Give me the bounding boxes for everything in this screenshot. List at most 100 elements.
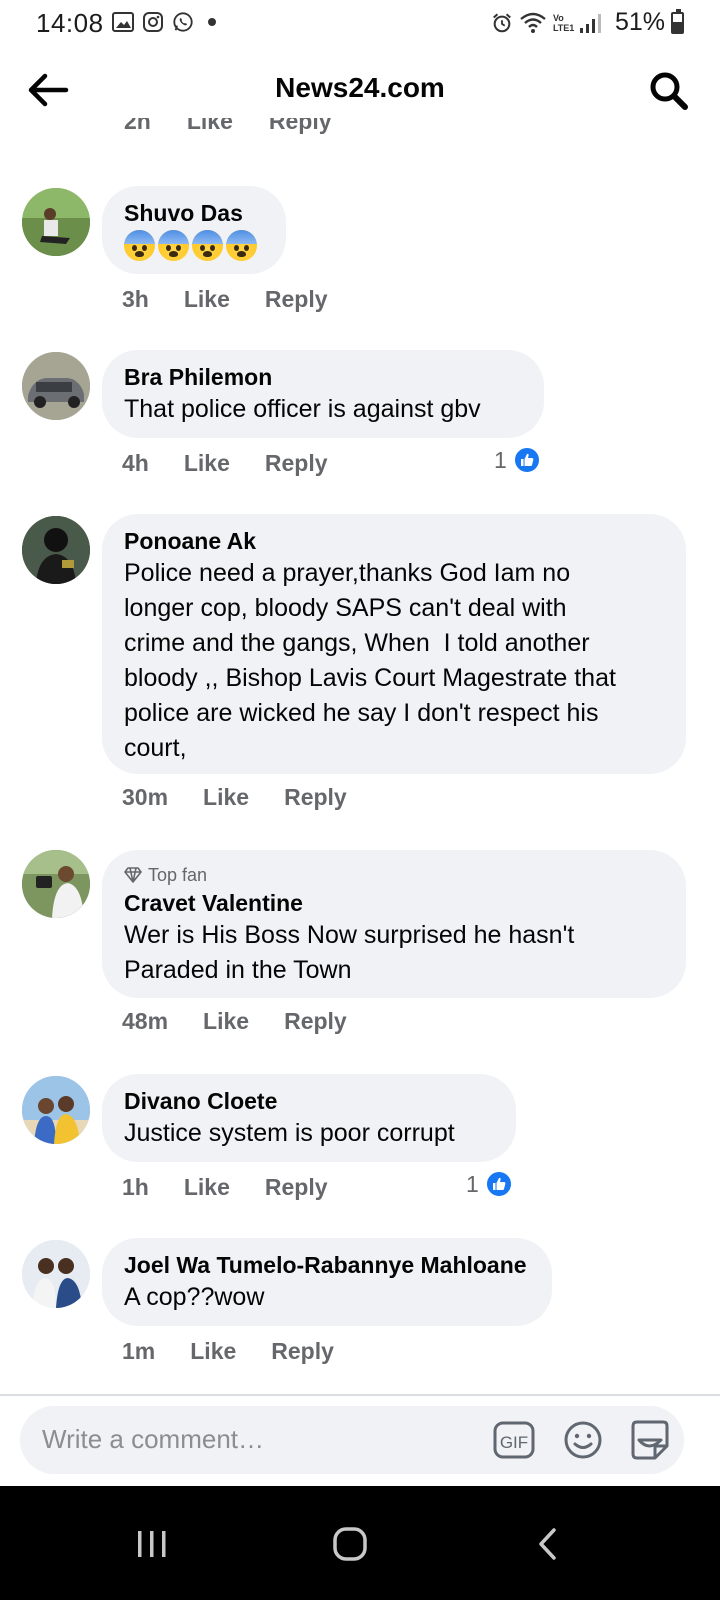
- top-fan-badge: Top fan: [124, 864, 666, 886]
- system-navigation-bar: [0, 1486, 720, 1600]
- comment-time: 48m: [122, 1008, 169, 1034]
- comment-author[interactable]: Joel Wa Tumelo-Rabannye Mahloane: [124, 1250, 532, 1280]
- comment-time: 4h: [122, 450, 149, 476]
- top-fan-label: Top fan: [148, 865, 208, 885]
- emoji-row: [124, 230, 266, 266]
- reply-link[interactable]: Reply: [265, 450, 328, 477]
- comment-composer: GIF: [20, 1406, 684, 1474]
- reply-link[interactable]: Reply: [265, 286, 328, 313]
- reaction-count: 1: [466, 1170, 479, 1197]
- comment-text-line: crime and the gangs, When I told another: [124, 629, 590, 657]
- whatsapp-notification-icon: [172, 11, 194, 33]
- comment-bubble[interactable]: Joel Wa Tumelo-Rabannye Mahloane A cop??…: [102, 1238, 552, 1326]
- comment-author[interactable]: Cravet Valentine: [124, 888, 666, 918]
- comment-text-line: longer cop, bloody SAPS can't deal with: [124, 594, 567, 622]
- top-app-bar: News24.com: [0, 58, 720, 122]
- reaction-summary[interactable]: 1: [494, 446, 541, 474]
- like-link[interactable]: Like: [184, 286, 230, 313]
- comment-author[interactable]: Ponoane Ak: [124, 526, 666, 556]
- comment-author[interactable]: Shuvo Das: [124, 198, 266, 228]
- comment-time: 1h: [122, 1174, 149, 1200]
- comment-bubble[interactable]: Shuvo Das: [102, 186, 286, 274]
- avatar[interactable]: [22, 1076, 90, 1144]
- comment-actions: 4h Like Reply: [122, 450, 363, 477]
- like-link[interactable]: Like: [187, 118, 233, 135]
- status-bar: 14:08 Vo LTE1 51%: [0, 0, 720, 46]
- anxious-face-emoji-icon: [226, 230, 257, 261]
- comment-bubble[interactable]: Ponoane Ak Police need a prayer,thanks G…: [102, 514, 686, 774]
- comment-actions: 1h Like Reply: [122, 1174, 363, 1201]
- smiley-icon: [564, 1421, 602, 1459]
- comment-actions: 48m Like Reply: [122, 1008, 382, 1035]
- reply-link[interactable]: Reply: [284, 1008, 347, 1035]
- gif-label: GIF: [500, 1433, 528, 1452]
- like-link[interactable]: Like: [203, 1008, 249, 1035]
- network-type-label: Vo LTE1: [552, 12, 575, 33]
- gif-icon: GIF: [493, 1421, 535, 1459]
- like-link[interactable]: Like: [184, 450, 230, 477]
- home-icon: [333, 1527, 367, 1561]
- search-icon: [650, 72, 688, 110]
- like-link[interactable]: Like: [203, 784, 249, 811]
- comment-actions: 30m Like Reply: [122, 784, 382, 811]
- battery-percent: 51%: [614, 8, 665, 36]
- gif-button[interactable]: GIF: [492, 1418, 536, 1462]
- recent-apps-button[interactable]: [122, 1514, 182, 1574]
- comment-text: Justice system is poor corrupt: [124, 1119, 455, 1147]
- comment-actions: 1m Like Reply: [122, 1338, 369, 1365]
- alarm-icon: [491, 12, 513, 34]
- avatar[interactable]: [22, 516, 90, 584]
- search-button[interactable]: [648, 70, 690, 112]
- system-icons: Vo LTE1 51%: [491, 8, 684, 37]
- avatar[interactable]: [22, 188, 90, 256]
- anxious-face-emoji-icon: [158, 230, 189, 261]
- avatar[interactable]: [22, 850, 90, 918]
- comment-text: That police officer is against gbv: [124, 395, 481, 423]
- anxious-face-emoji-icon: [124, 230, 155, 261]
- comment-bubble[interactable]: Bra Philemon That police officer is agai…: [102, 350, 544, 438]
- avatar[interactable]: [22, 352, 90, 420]
- thumbs-up-icon: [484, 1170, 513, 1198]
- comment-text: Police need a prayer,thanks God Iam no l…: [124, 556, 666, 766]
- anxious-face-emoji-icon: [192, 230, 223, 261]
- comment-author[interactable]: Bra Philemon: [124, 362, 524, 392]
- avatar[interactable]: [22, 1240, 90, 1308]
- gallery-notification-icon: [112, 11, 134, 33]
- comment-time: 2h: [124, 118, 151, 134]
- like-link[interactable]: Like: [190, 1338, 236, 1365]
- comment-time: 1m: [122, 1338, 156, 1364]
- more-notifications-dot: [208, 18, 216, 26]
- status-time: 14:08: [36, 8, 104, 38]
- comment-text-line: court,: [124, 734, 187, 762]
- comment-input[interactable]: [42, 1424, 462, 1455]
- sticker-button[interactable]: [627, 1418, 673, 1464]
- comment-time: 3h: [122, 286, 149, 312]
- comment-text-line: Wer is His Boss Now surprised he hasn't: [124, 921, 575, 949]
- comment-actions: 3h Like Reply: [122, 286, 363, 313]
- thumbs-up-icon: [512, 446, 541, 474]
- comment-author[interactable]: Divano Cloete: [124, 1086, 496, 1116]
- reply-link[interactable]: Reply: [265, 1174, 328, 1201]
- notification-icons: [112, 11, 216, 33]
- comment-text-line: Police need a prayer,thanks God Iam no: [124, 559, 571, 587]
- chevron-left-icon: [539, 1528, 556, 1560]
- signal-icon: [579, 12, 605, 34]
- system-back-button[interactable]: [518, 1514, 578, 1574]
- recent-apps-icon: [138, 1531, 166, 1557]
- comment-time: 30m: [122, 784, 169, 810]
- reply-link[interactable]: Reply: [269, 118, 332, 135]
- reaction-summary[interactable]: 1: [466, 1170, 513, 1198]
- emoji-button[interactable]: [561, 1418, 605, 1462]
- reply-link[interactable]: Reply: [284, 784, 347, 811]
- comment-text-line: bloody ,, Bishop Lavis Court Magestrate …: [124, 664, 616, 692]
- comment-bubble[interactable]: Top fan Cravet Valentine Wer is His Boss…: [102, 850, 686, 998]
- previous-comment-actions: 2h Like Reply: [0, 118, 720, 152]
- like-link[interactable]: Like: [184, 1174, 230, 1201]
- reply-link[interactable]: Reply: [271, 1338, 334, 1365]
- wifi-icon: [519, 12, 547, 34]
- comment-bubble[interactable]: Divano Cloete Justice system is poor cor…: [102, 1074, 516, 1162]
- battery-icon: [671, 8, 684, 34]
- divider: [0, 1394, 720, 1396]
- home-button[interactable]: [320, 1514, 380, 1574]
- comment-text-line: police are wicked he say I don't respect…: [124, 699, 599, 727]
